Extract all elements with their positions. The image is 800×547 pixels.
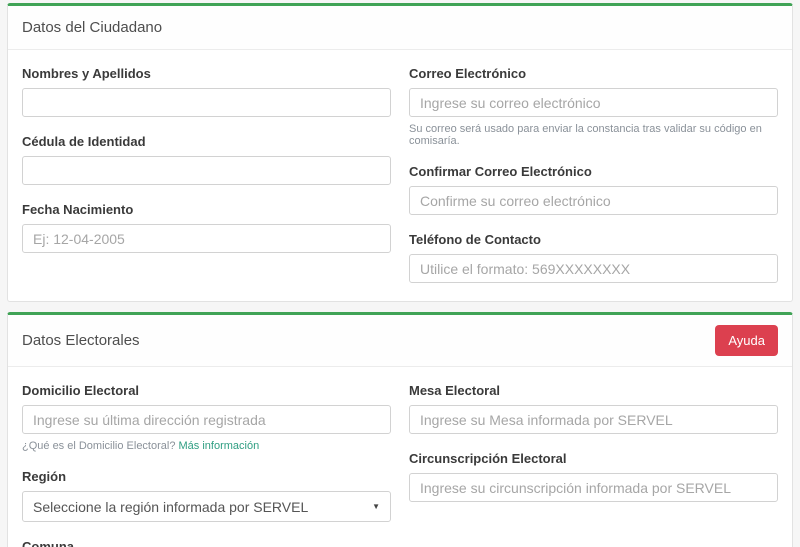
telefono-label: Teléfono de Contacto (409, 232, 541, 247)
chevron-down-icon: ▼ (372, 502, 380, 511)
form-group-nombres: Nombres y Apellidos (22, 66, 391, 117)
form-group-correo: Correo Electrónico Su correo será usado … (409, 66, 778, 147)
electoral-card-title: Datos Electorales (22, 332, 140, 349)
form-group-fecha-nacimiento: Fecha Nacimiento (22, 202, 391, 253)
electoral-right-column: Mesa Electoral Circunscripción Electoral (409, 383, 778, 502)
mesa-input[interactable] (409, 405, 778, 434)
electoral-left-column: Domicilio Electoral ¿Qué es el Domicilio… (22, 383, 391, 547)
region-select[interactable]: Seleccione la región informada por SERVE… (22, 491, 391, 522)
form-group-region: Región Seleccione la región informada po… (22, 469, 391, 522)
domicilio-help-question: ¿Qué es el Domicilio Electoral? (22, 440, 176, 452)
electoral-card-header: Datos Electorales Ayuda (8, 315, 792, 367)
fecha-nacimiento-input[interactable] (22, 224, 391, 253)
electoral-card-body: Domicilio Electoral ¿Qué es el Domicilio… (8, 367, 792, 547)
correo-label: Correo Electrónico (409, 66, 527, 81)
electoral-card: Datos Electorales Ayuda Domicilio Electo… (7, 312, 793, 547)
correo-input[interactable] (409, 88, 778, 117)
form-group-telefono: Teléfono de Contacto (409, 232, 778, 283)
region-select-value: Seleccione la región informada por SERVE… (33, 498, 309, 515)
citizen-right-column: Correo Electrónico Su correo será usado … (409, 66, 778, 283)
mas-informacion-link[interactable]: Más información (179, 440, 260, 452)
form-group-circunscripcion: Circunscripción Electoral (409, 451, 778, 502)
circunscripcion-label: Circunscripción Electoral (409, 451, 567, 466)
form-group-comuna: Comuna Seleccione la comuna informada po… (22, 539, 391, 547)
form-group-cedula: Cédula de Identidad (22, 134, 391, 185)
form-group-domicilio: Domicilio Electoral ¿Qué es el Domicilio… (22, 383, 391, 452)
citizen-left-column: Nombres y Apellidos Cédula de Identidad … (22, 66, 391, 253)
nombres-label: Nombres y Apellidos (22, 66, 151, 81)
confirmar-correo-label: Confirmar Correo Electrónico (409, 164, 592, 179)
citizen-card-title: Datos del Ciudadano (22, 19, 163, 36)
citizen-card-body: Nombres y Apellidos Cédula de Identidad … (8, 50, 792, 301)
citizen-card-header: Datos del Ciudadano (8, 6, 792, 50)
confirmar-correo-input[interactable] (409, 186, 778, 215)
circunscripcion-input[interactable] (409, 473, 778, 502)
region-label: Región (22, 469, 67, 484)
cedula-input[interactable] (22, 156, 391, 185)
telefono-input[interactable] (409, 254, 778, 283)
nombres-input[interactable] (22, 88, 391, 117)
domicilio-help-text: ¿Qué es el Domicilio Electoral? Más info… (22, 440, 391, 452)
comuna-label: Comuna (22, 539, 74, 547)
fecha-nacimiento-label: Fecha Nacimiento (22, 202, 134, 217)
form-group-confirmar-correo: Confirmar Correo Electrónico (409, 164, 778, 215)
citizen-card: Datos del Ciudadano Nombres y Apellidos … (7, 3, 793, 302)
ayuda-button[interactable]: Ayuda (715, 325, 778, 356)
domicilio-input[interactable] (22, 405, 391, 434)
cedula-label: Cédula de Identidad (22, 134, 146, 149)
form-group-mesa: Mesa Electoral (409, 383, 778, 434)
correo-help-text: Su correo será usado para enviar la cons… (409, 123, 762, 147)
domicilio-label: Domicilio Electoral (22, 383, 140, 398)
mesa-label: Mesa Electoral (409, 383, 501, 398)
